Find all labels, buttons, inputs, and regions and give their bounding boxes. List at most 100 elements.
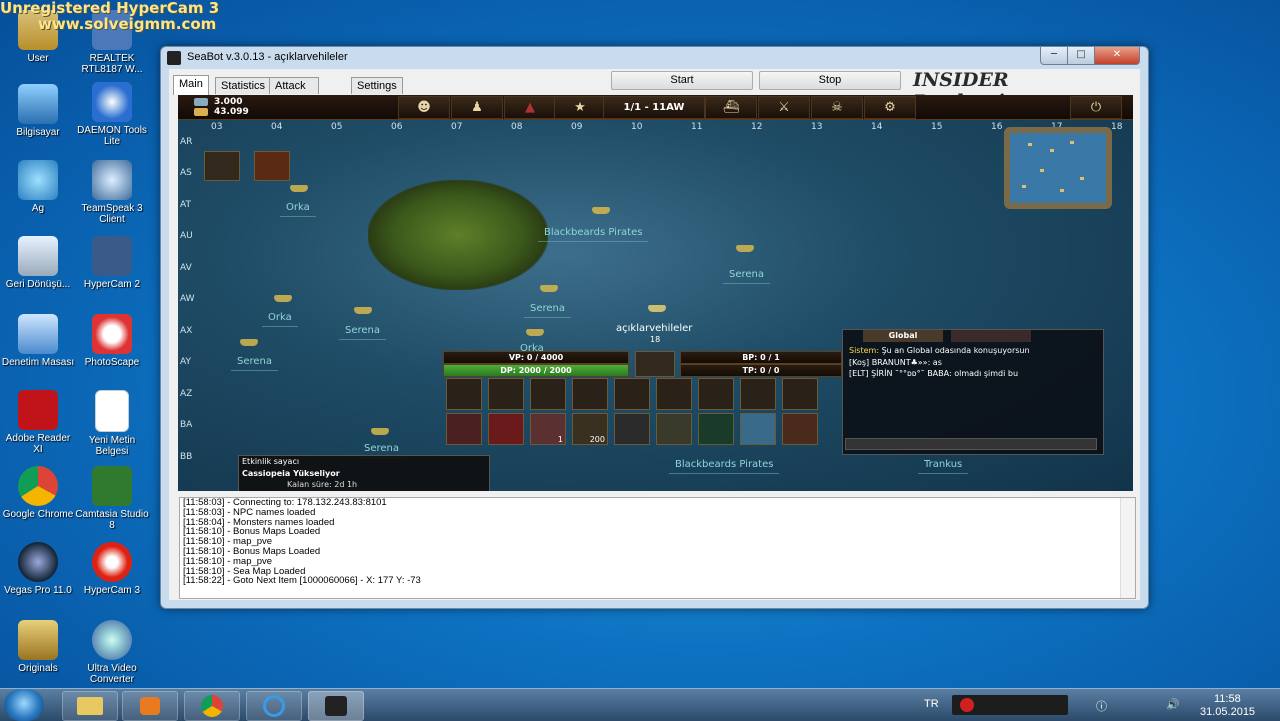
npc-label[interactable]: Serena: [523, 303, 572, 318]
equipment-slot[interactable]: [656, 378, 692, 410]
crossed-swords-icon[interactable]: ⚔: [758, 96, 810, 119]
desktop-icon-chrome[interactable]: Google Chrome: [0, 466, 76, 520]
item-slot[interactable]: [782, 413, 818, 445]
chat-tab-global[interactable]: Global: [863, 330, 943, 342]
equipment-slot[interactable]: [614, 378, 650, 410]
start-button[interactable]: [4, 689, 44, 721]
crew-menu-icon[interactable]: ♟: [451, 96, 503, 119]
taskbar-seabot[interactable]: [308, 691, 364, 721]
npc-label[interactable]: Orka: [280, 202, 316, 217]
clock-date[interactable]: 31.05.2015: [1200, 706, 1255, 718]
desktop-icon-vegas[interactable]: Vegas Pro 11.0: [0, 542, 76, 596]
item-slot[interactable]: [614, 413, 650, 445]
log-box[interactable]: [11:58:03] - Connecting to: 178.132.243.…: [179, 497, 1136, 599]
chat-panel[interactable]: Global Sistem: Şu an Global odasında kon…: [842, 329, 1104, 455]
maximize-button[interactable]: □: [1067, 47, 1095, 65]
face-menu-icon[interactable]: ☻: [398, 96, 450, 119]
player-ship[interactable]: [648, 305, 666, 312]
skull-menu-icon[interactable]: ☠: [811, 96, 863, 119]
desktop-icon-network[interactable]: Ag: [0, 160, 76, 214]
taskbar-media-player[interactable]: [122, 691, 178, 721]
equipment-slot[interactable]: [488, 378, 524, 410]
hypercam-recorder-bar[interactable]: [952, 695, 1068, 715]
desktop-icon-text-document[interactable]: Yeni Metin Belgesi: [74, 390, 150, 457]
ship-center-icon[interactable]: [635, 351, 675, 377]
npc-label[interactable]: Serena: [230, 356, 279, 371]
crew-slot-icon[interactable]: [204, 151, 240, 181]
npc-label[interactable]: Serena: [338, 325, 387, 340]
chat-input[interactable]: [845, 438, 1097, 450]
start-button[interactable]: Start: [611, 71, 753, 90]
tab-statistics[interactable]: Statistics: [215, 77, 272, 94]
npc-label[interactable]: Serena: [722, 269, 771, 284]
desktop-icon-teamspeak[interactable]: TeamSpeak 3 Client: [74, 160, 150, 225]
clock-time[interactable]: 11:58: [1214, 693, 1241, 705]
equipment-slot[interactable]: [782, 378, 818, 410]
npc-ship[interactable]: [540, 285, 558, 292]
desktop-icon-user[interactable]: User: [0, 10, 76, 64]
info-icon[interactable]: ⓘ: [1096, 698, 1107, 714]
chest-slot-icon[interactable]: [254, 151, 290, 181]
tower-menu-icon[interactable]: ▲: [504, 96, 556, 119]
volume-icon[interactable]: 🔊: [1166, 698, 1180, 711]
star-menu-icon[interactable]: ★: [554, 96, 606, 119]
item-slot[interactable]: [740, 413, 776, 445]
minimap[interactable]: [1004, 127, 1112, 209]
npc-label[interactable]: Trankus: [917, 459, 969, 474]
desktop-icon-photoscape[interactable]: PhotoScape: [74, 314, 150, 368]
tab-main[interactable]: Main: [173, 75, 209, 95]
item-slot[interactable]: [656, 413, 692, 445]
game-view[interactable]: 3.000 43.099 ☻ ♟ ▲ ★ 1/1 - 11AW ⛴ ⚔ ☠ ⚙ …: [178, 95, 1133, 491]
event-counter-panel[interactable]: Etkinlik sayacı Cassiopeia Yükseliyor Ka…: [238, 455, 490, 491]
equipment-slot[interactable]: [572, 378, 608, 410]
item-slot[interactable]: 200: [572, 413, 608, 445]
item-slot[interactable]: 1: [530, 413, 566, 445]
npc-label[interactable]: Blackbeards Pirates: [668, 459, 780, 474]
desktop-icon-recycle-bin[interactable]: Geri Dönüşü...: [0, 236, 76, 290]
gears-menu-icon[interactable]: ⚙: [864, 96, 916, 119]
taskbar-chrome[interactable]: [184, 691, 240, 721]
equipment-slot[interactable]: [698, 378, 734, 410]
npc-ship[interactable]: [526, 329, 544, 336]
npc-ship[interactable]: [354, 307, 372, 314]
npc-label[interactable]: Blackbeards Pirates: [537, 227, 649, 242]
desktop-icon-daemon[interactable]: DAEMON Tools Lite: [74, 82, 150, 147]
desktop-icon-camtasia[interactable]: Camtasia Studio 8: [74, 466, 150, 531]
item-slot[interactable]: [698, 413, 734, 445]
log-scrollbar[interactable]: [1120, 498, 1135, 598]
item-slot[interactable]: [488, 413, 524, 445]
desktop-icon-video-converter[interactable]: Ultra Video Converter: [74, 620, 150, 685]
chat-tab-2[interactable]: [951, 330, 1031, 342]
desktop-icon-computer[interactable]: Bilgisayar: [0, 84, 76, 138]
tab-settings[interactable]: Settings: [351, 77, 403, 94]
npc-label[interactable]: Serena: [357, 443, 406, 458]
minimize-button[interactable]: ─: [1040, 47, 1068, 65]
npc-ship[interactable]: [240, 339, 258, 346]
close-button[interactable]: ✕: [1094, 47, 1140, 65]
desktop-icon-hypercam3[interactable]: HyperCam 3: [74, 542, 150, 596]
npc-ship[interactable]: [290, 185, 308, 192]
desktop-icon-hypercam2[interactable]: HyperCam 2: [74, 236, 150, 290]
power-icon[interactable]: ⏻: [1070, 96, 1122, 119]
record-icon[interactable]: [960, 698, 974, 712]
stop-button[interactable]: Stop: [759, 71, 901, 90]
desktop-icon-realtek[interactable]: REALTEK RTL8187 W...: [74, 10, 150, 75]
taskbar-explorer[interactable]: [62, 691, 118, 721]
desktop-icon-originals[interactable]: Originals: [0, 620, 76, 674]
npc-ship[interactable]: [736, 245, 754, 252]
npc-label[interactable]: Orka: [262, 312, 298, 327]
title-bar[interactable]: SeaBot v.3.0.13 - açıklarvehileler ─ □ ✕: [161, 47, 1148, 69]
equipment-slot[interactable]: [530, 378, 566, 410]
npc-ship[interactable]: [371, 428, 389, 435]
desktop-icon-adobe-reader[interactable]: Adobe Reader XI: [0, 390, 76, 455]
equipment-slot[interactable]: [446, 378, 482, 410]
input-language[interactable]: TR: [924, 698, 939, 710]
desktop-icon-control-panel[interactable]: Denetim Masası: [0, 314, 76, 368]
npc-ship[interactable]: [592, 207, 610, 214]
ship-menu-icon[interactable]: ⛴: [705, 96, 757, 119]
equipment-slot[interactable]: [740, 378, 776, 410]
tab-attack-options[interactable]: Attack Options: [269, 77, 319, 108]
npc-ship[interactable]: [274, 295, 292, 302]
taskbar-ie[interactable]: [246, 691, 302, 721]
item-slot[interactable]: [446, 413, 482, 445]
